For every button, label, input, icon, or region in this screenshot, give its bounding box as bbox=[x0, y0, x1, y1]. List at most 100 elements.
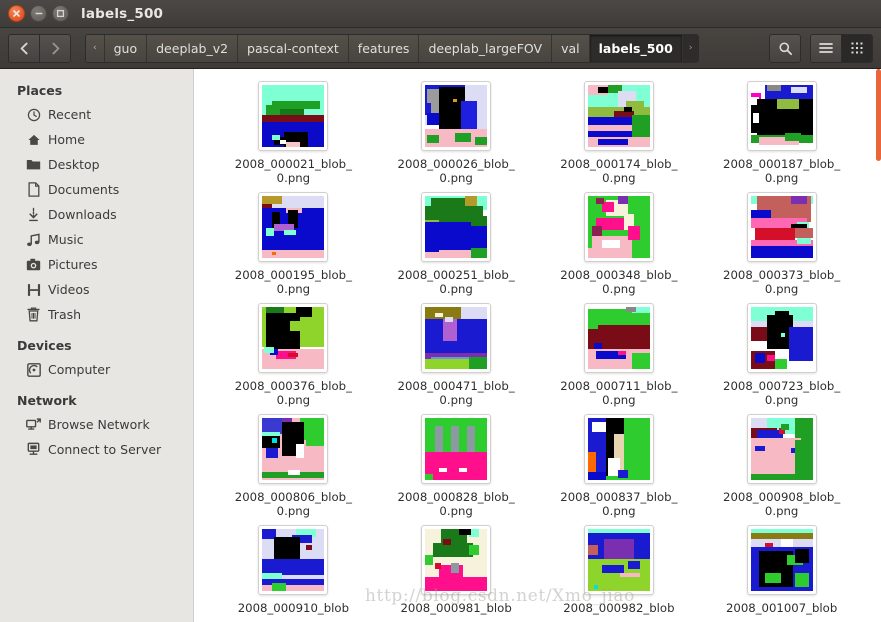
file-thumbnail[interactable] bbox=[746, 81, 817, 151]
file-thumbnail[interactable] bbox=[746, 192, 817, 262]
file-thumbnail[interactable] bbox=[583, 81, 654, 151]
sidebar-item-label: Videos bbox=[48, 282, 90, 297]
file-item[interactable]: 2008_000908_blob_0.png bbox=[700, 414, 863, 518]
file-name-label: 2008_000373_blob_0.png bbox=[723, 268, 841, 296]
file-name-label: 2008_000195_blob_0.png bbox=[234, 268, 352, 296]
file-thumbnail[interactable] bbox=[583, 303, 654, 373]
sidebar-item-connect-to-server[interactable]: Connect to Server bbox=[0, 437, 193, 462]
file-item[interactable]: 2008_000806_blob_0.png bbox=[212, 414, 375, 518]
sidebar-item-documents[interactable]: Documents bbox=[0, 177, 193, 202]
sidebar-item-music[interactable]: Music bbox=[0, 227, 193, 252]
file-item[interactable]: 2008_000837_blob_0.png bbox=[538, 414, 701, 518]
forward-button[interactable] bbox=[39, 33, 71, 63]
breadcrumb-item-val[interactable]: val bbox=[552, 34, 590, 62]
file-item[interactable]: 2008_000828_blob_0.png bbox=[375, 414, 538, 518]
download-icon bbox=[26, 207, 41, 222]
file-item[interactable]: 2008_000981_blob bbox=[375, 525, 538, 615]
file-item[interactable]: 2008_000910_blob bbox=[212, 525, 375, 615]
vertical-scrollbar[interactable] bbox=[876, 69, 881, 622]
view-mode-group bbox=[810, 33, 873, 63]
file-name-label: 2008_000026_blob_0.png bbox=[397, 157, 515, 185]
file-name-label: 2008_000828_blob_0.png bbox=[397, 490, 515, 518]
search-button[interactable] bbox=[769, 33, 801, 63]
file-item[interactable]: 2008_000471_blob_0.png bbox=[375, 303, 538, 407]
sidebar-item-label: Downloads bbox=[48, 207, 117, 222]
breadcrumb-item-pascalcontext[interactable]: pascal-context bbox=[238, 34, 349, 62]
file-thumbnail[interactable] bbox=[746, 414, 817, 484]
file-thumbnail[interactable] bbox=[258, 525, 329, 595]
file-thumbnail[interactable] bbox=[258, 303, 329, 373]
breadcrumb-item-deeplab_v2[interactable]: deeplab_v2 bbox=[147, 34, 239, 62]
film-icon bbox=[26, 282, 41, 297]
file-name-label: 2008_000471_blob_0.png bbox=[397, 379, 515, 407]
file-thumbnail[interactable] bbox=[583, 414, 654, 484]
file-item[interactable]: 2008_000195_blob_0.png bbox=[212, 192, 375, 296]
window-controls bbox=[8, 5, 69, 22]
sidebar-item-desktop[interactable]: Desktop bbox=[0, 152, 193, 177]
file-item[interactable]: 2008_000026_blob_0.png bbox=[375, 81, 538, 185]
file-item[interactable]: 2008_000251_blob_0.png bbox=[375, 192, 538, 296]
sidebar-item-videos[interactable]: Videos bbox=[0, 277, 193, 302]
sidebar-item-trash[interactable]: Trash bbox=[0, 302, 193, 327]
file-thumbnail[interactable] bbox=[258, 414, 329, 484]
document-icon bbox=[26, 182, 41, 197]
trash-icon bbox=[26, 307, 41, 322]
sidebar-item-label: Recent bbox=[48, 107, 92, 122]
close-icon[interactable] bbox=[8, 5, 25, 22]
sidebar-item-recent[interactable]: Recent bbox=[0, 102, 193, 127]
file-name-label: 2008_000174_blob_0.png bbox=[560, 157, 678, 185]
network-browse-icon bbox=[26, 417, 41, 432]
breadcrumb: ‹ guo deeplab_v2 pascal-context features deep… bbox=[85, 33, 700, 63]
sidebar: Places Recent Home Desktop Documents Download… bbox=[0, 69, 194, 622]
sidebar-item-label: Connect to Server bbox=[48, 442, 162, 457]
sidebar-item-label: Browse Network bbox=[48, 417, 150, 432]
file-item[interactable]: 2008_000174_blob_0.png bbox=[538, 81, 701, 185]
file-item[interactable]: 2008_000723_blob_0.png bbox=[700, 303, 863, 407]
sidebar-item-label: Trash bbox=[48, 307, 82, 322]
file-thumbnail[interactable] bbox=[746, 303, 817, 373]
file-list-pane[interactable]: 2008_000021_blob_0.png 2008_000026_blob_0… bbox=[194, 69, 881, 622]
file-item[interactable]: 2008_000373_blob_0.png bbox=[700, 192, 863, 296]
file-item[interactable]: 2008_000348_blob_0.png bbox=[538, 192, 701, 296]
sidebar-item-downloads[interactable]: Downloads bbox=[0, 202, 193, 227]
file-thumbnail[interactable] bbox=[421, 81, 492, 151]
file-item[interactable]: 2008_001007_blob bbox=[700, 525, 863, 615]
sidebar-item-home[interactable]: Home bbox=[0, 127, 193, 152]
sidebar-item-browse-network[interactable]: Browse Network bbox=[0, 412, 193, 437]
file-thumbnail[interactable] bbox=[583, 192, 654, 262]
file-thumbnail[interactable] bbox=[421, 525, 492, 595]
file-name-label: 2008_000021_blob_0.png bbox=[234, 157, 352, 185]
breadcrumb-item-guo[interactable]: guo bbox=[104, 34, 148, 62]
file-item[interactable]: 2008_000376_blob_0.png bbox=[212, 303, 375, 407]
file-thumbnail[interactable] bbox=[258, 81, 329, 151]
file-name-label: 2008_001007_blob bbox=[725, 601, 838, 615]
back-button[interactable] bbox=[8, 33, 39, 63]
file-thumbnail[interactable] bbox=[583, 525, 654, 595]
file-name-label: 2008_000711_blob_0.png bbox=[560, 379, 678, 407]
file-thumbnail[interactable] bbox=[421, 414, 492, 484]
icon-grid: 2008_000021_blob_0.png 2008_000026_blob_0… bbox=[194, 81, 881, 615]
file-thumbnail[interactable] bbox=[421, 192, 492, 262]
file-item[interactable]: 2008_000982_blob bbox=[538, 525, 701, 615]
sidebar-item-pictures[interactable]: Pictures bbox=[0, 252, 193, 277]
title-bar: labels_500 bbox=[0, 0, 881, 28]
scrollbar-thumb[interactable] bbox=[876, 69, 881, 161]
file-item[interactable]: 2008_000021_blob_0.png bbox=[212, 81, 375, 185]
sidebar-item-computer[interactable]: Computer bbox=[0, 357, 193, 382]
file-name-label: 2008_000376_blob_0.png bbox=[234, 379, 352, 407]
file-thumbnail[interactable] bbox=[421, 303, 492, 373]
breadcrumb-item-labels_500[interactable]: labels_500 bbox=[589, 34, 683, 62]
file-thumbnail[interactable] bbox=[746, 525, 817, 595]
view-list-button[interactable] bbox=[811, 34, 842, 62]
view-grid-button[interactable] bbox=[842, 34, 872, 62]
breadcrumb-item-sep[interactable]: ‹ bbox=[86, 34, 105, 62]
minimize-icon[interactable] bbox=[30, 5, 47, 22]
file-item[interactable]: 2008_000711_blob_0.png bbox=[538, 303, 701, 407]
file-thumbnail[interactable] bbox=[258, 192, 329, 262]
maximize-icon[interactable] bbox=[52, 5, 69, 22]
breadcrumb-item-sep[interactable]: › bbox=[682, 34, 699, 62]
breadcrumb-item-deeplab_largeFOV[interactable]: deeplab_largeFOV bbox=[419, 34, 553, 62]
file-item[interactable]: 2008_000187_blob_0.png bbox=[700, 81, 863, 185]
music-note-icon bbox=[26, 232, 41, 247]
breadcrumb-item-features[interactable]: features bbox=[348, 34, 420, 62]
